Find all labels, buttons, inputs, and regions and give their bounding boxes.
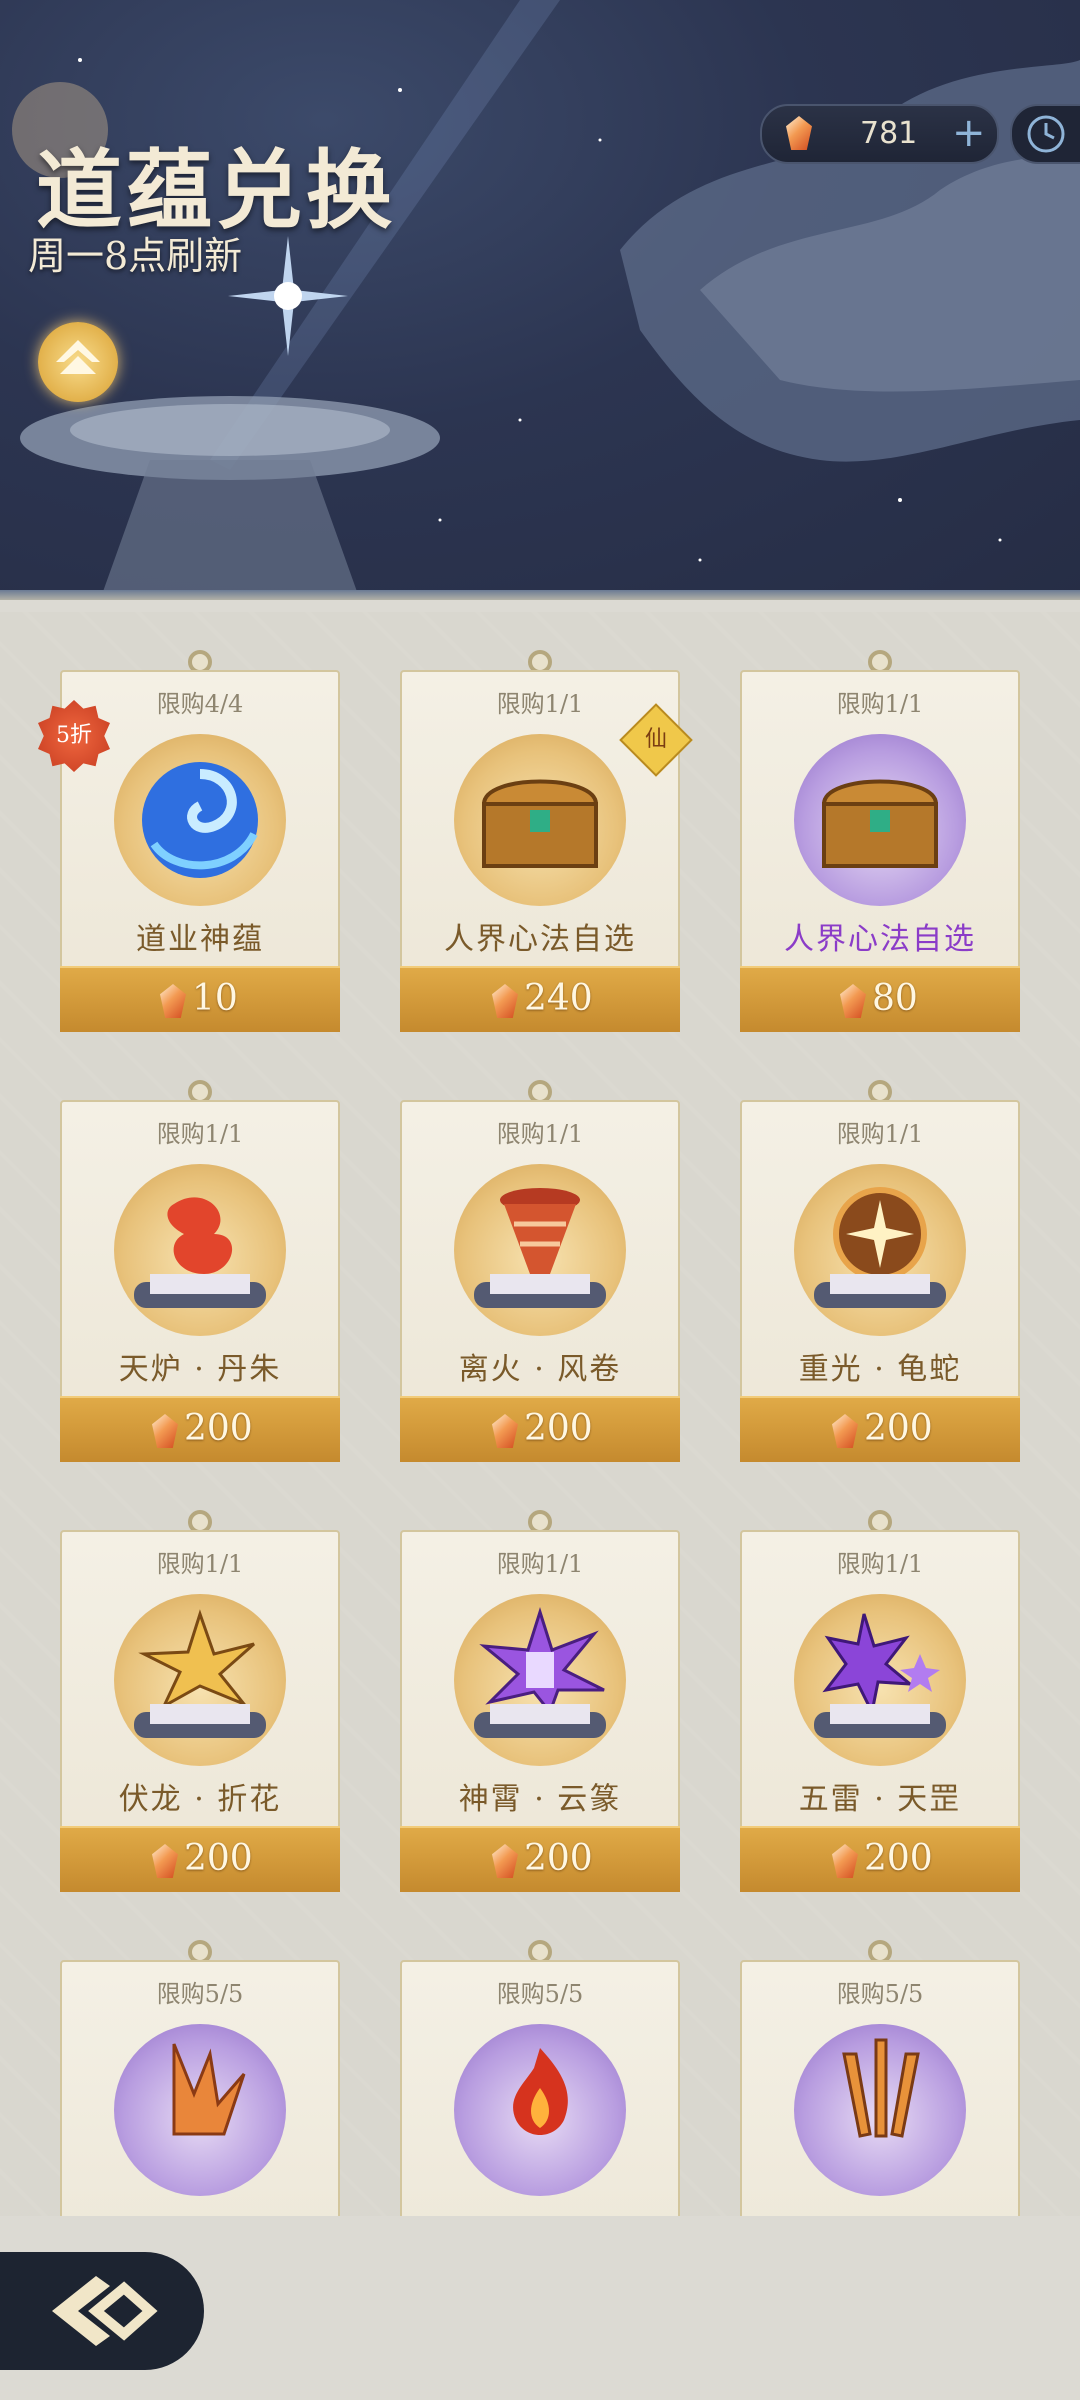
price-bar[interactable]: 200 bbox=[400, 1826, 680, 1892]
price-bar[interactable]: 80 bbox=[740, 966, 1020, 1032]
crystal-gem-icon bbox=[492, 1844, 518, 1878]
item-name: 五雷 · 天罡 bbox=[798, 1782, 962, 1817]
lightning-gold-scroll-icon bbox=[134, 1609, 266, 1738]
item-name: 人界心法自选 bbox=[444, 922, 636, 957]
item-art bbox=[454, 1164, 626, 1336]
purchase-limit: 限购1/1 bbox=[836, 1550, 924, 1578]
item-price: 240 bbox=[524, 978, 593, 1019]
history-clock-button[interactable] bbox=[1010, 104, 1080, 164]
shop-item-card[interactable]: 限购1/1 天炉 · 丹朱 200 bbox=[60, 1080, 340, 1462]
immortal-tag-text: 仙 bbox=[644, 727, 667, 752]
add-currency-button[interactable]: + bbox=[952, 110, 986, 156]
item-art bbox=[114, 1164, 286, 1336]
crystal-gem-icon bbox=[160, 984, 186, 1018]
crystal-gem-icon bbox=[152, 1844, 178, 1878]
red-fire-scroll-icon bbox=[513, 2048, 568, 2135]
shop-item-card[interactable]: 限购1/1 神霄 · 云篆 200 bbox=[400, 1510, 680, 1892]
starry-sky-background bbox=[12, 0, 1080, 600]
price-bar[interactable]: 200 bbox=[60, 1826, 340, 1892]
golden-burst-scroll-icon bbox=[814, 1187, 946, 1308]
shop-item-card[interactable]: 限购1/1 重光 · 龟蛇 200 bbox=[740, 1080, 1020, 1462]
item-price: 200 bbox=[524, 1838, 593, 1879]
shop-item-card[interactable]: 限购4/4 道业神蕴 10 5折 bbox=[38, 650, 340, 1032]
item-art bbox=[114, 1594, 286, 1766]
flame-claw-scroll-icon bbox=[172, 2043, 246, 2136]
price-bar[interactable]: 240 bbox=[400, 966, 680, 1032]
treasure-chest-icon bbox=[821, 779, 939, 868]
triple-blade-scroll-icon bbox=[842, 2038, 920, 2138]
purchase-limit: 限购1/1 bbox=[836, 1120, 924, 1148]
item-name: 重光 · 龟蛇 bbox=[798, 1352, 962, 1387]
item-art bbox=[794, 2024, 966, 2196]
item-name: 人界心法自选 bbox=[784, 922, 976, 957]
price-bar[interactable]: 200 bbox=[400, 1396, 680, 1462]
purchase-limit: 限购5/5 bbox=[836, 1980, 924, 2008]
item-price: 10 bbox=[192, 978, 238, 1019]
shop-grid: 限购4/4 道业神蕴 10 5折 限购1/1 人界心法自选 240 仙 限购1/… bbox=[0, 612, 1080, 2400]
crystal-gem-icon bbox=[832, 1414, 858, 1448]
purchase-limit: 限购4/4 bbox=[156, 690, 244, 718]
currency-display: 781 + bbox=[760, 104, 999, 164]
currency-amount: 781 bbox=[860, 116, 918, 151]
item-art bbox=[454, 734, 626, 906]
crystal-gem-icon bbox=[152, 1414, 178, 1448]
shop-header: 道蕴兑换 周一8点刷新 781 + bbox=[0, 0, 1080, 600]
purchase-limit: 限购5/5 bbox=[156, 1980, 244, 2008]
shop-item-card[interactable]: 限购1/1 人界心法自选 80 bbox=[740, 650, 1020, 1032]
shop-item-card[interactable]: 限购1/1 人界心法自选 240 仙 bbox=[400, 650, 693, 1032]
back-button[interactable] bbox=[0, 2252, 204, 2370]
item-price: 200 bbox=[864, 1838, 933, 1879]
header-divider bbox=[0, 590, 1080, 600]
item-art bbox=[794, 1164, 966, 1336]
treasure-chest-icon bbox=[481, 779, 599, 868]
purchase-limit: 限购1/1 bbox=[496, 1550, 584, 1578]
crystal-gem-icon bbox=[832, 1844, 858, 1878]
item-art bbox=[454, 2024, 626, 2196]
clock-icon bbox=[1027, 115, 1065, 153]
item-name: 伏龙 · 折花 bbox=[118, 1782, 282, 1817]
purchase-limit: 限购1/1 bbox=[156, 1550, 244, 1578]
purchase-limit: 限购1/1 bbox=[156, 1120, 244, 1148]
item-price: 200 bbox=[524, 1408, 593, 1449]
rank-up-icon bbox=[56, 340, 100, 374]
item-price: 80 bbox=[872, 978, 918, 1019]
item-art bbox=[794, 734, 966, 906]
shop-item-card[interactable]: 限购1/1 五雷 · 天罡 200 bbox=[740, 1510, 1020, 1892]
item-art bbox=[454, 1594, 626, 1766]
back-arrow-icon bbox=[52, 2276, 158, 2346]
price-bar[interactable]: 200 bbox=[740, 1826, 1020, 1892]
crystal-gem-icon bbox=[840, 984, 866, 1018]
purchase-limit: 限购1/1 bbox=[496, 1120, 584, 1148]
refresh-note: 周一8点刷新 bbox=[28, 234, 243, 278]
crystal-gem-icon bbox=[786, 116, 812, 150]
purchase-limit: 限购1/1 bbox=[496, 690, 584, 718]
shop-item-card[interactable]: 限购1/1 伏龙 · 折花 200 bbox=[60, 1510, 340, 1892]
item-name: 离火 · 风卷 bbox=[458, 1352, 622, 1387]
item-name: 天炉 · 丹朱 bbox=[118, 1352, 282, 1387]
item-price: 200 bbox=[184, 1838, 253, 1879]
purple-thunder-scroll-icon bbox=[474, 1607, 606, 1738]
price-bar[interactable]: 10 bbox=[60, 966, 340, 1032]
red-flame-scroll-icon bbox=[134, 1197, 266, 1308]
crystal-gem-icon bbox=[492, 1414, 518, 1448]
fire-tornado-scroll-icon bbox=[474, 1188, 606, 1308]
item-art bbox=[114, 2024, 286, 2196]
purple-star-scroll-icon bbox=[814, 1613, 946, 1738]
shop-item-card[interactable]: 限购1/1 离火 · 风卷 200 bbox=[400, 1080, 680, 1462]
item-name: 道业神蕴 bbox=[136, 922, 264, 957]
item-name: 神霄 · 云篆 bbox=[458, 1782, 622, 1817]
rank-up-button[interactable] bbox=[38, 322, 118, 402]
price-bar[interactable]: 200 bbox=[60, 1396, 340, 1462]
item-price: 200 bbox=[184, 1408, 253, 1449]
purchase-limit: 限购5/5 bbox=[496, 1980, 584, 2008]
blue-swirl-orb-icon bbox=[142, 762, 258, 878]
purchase-limit: 限购1/1 bbox=[836, 690, 924, 718]
price-bar[interactable]: 200 bbox=[740, 1396, 1020, 1462]
item-art bbox=[794, 1594, 966, 1766]
crystal-gem-icon bbox=[492, 984, 518, 1018]
item-price: 200 bbox=[864, 1408, 933, 1449]
item-art bbox=[114, 734, 286, 906]
